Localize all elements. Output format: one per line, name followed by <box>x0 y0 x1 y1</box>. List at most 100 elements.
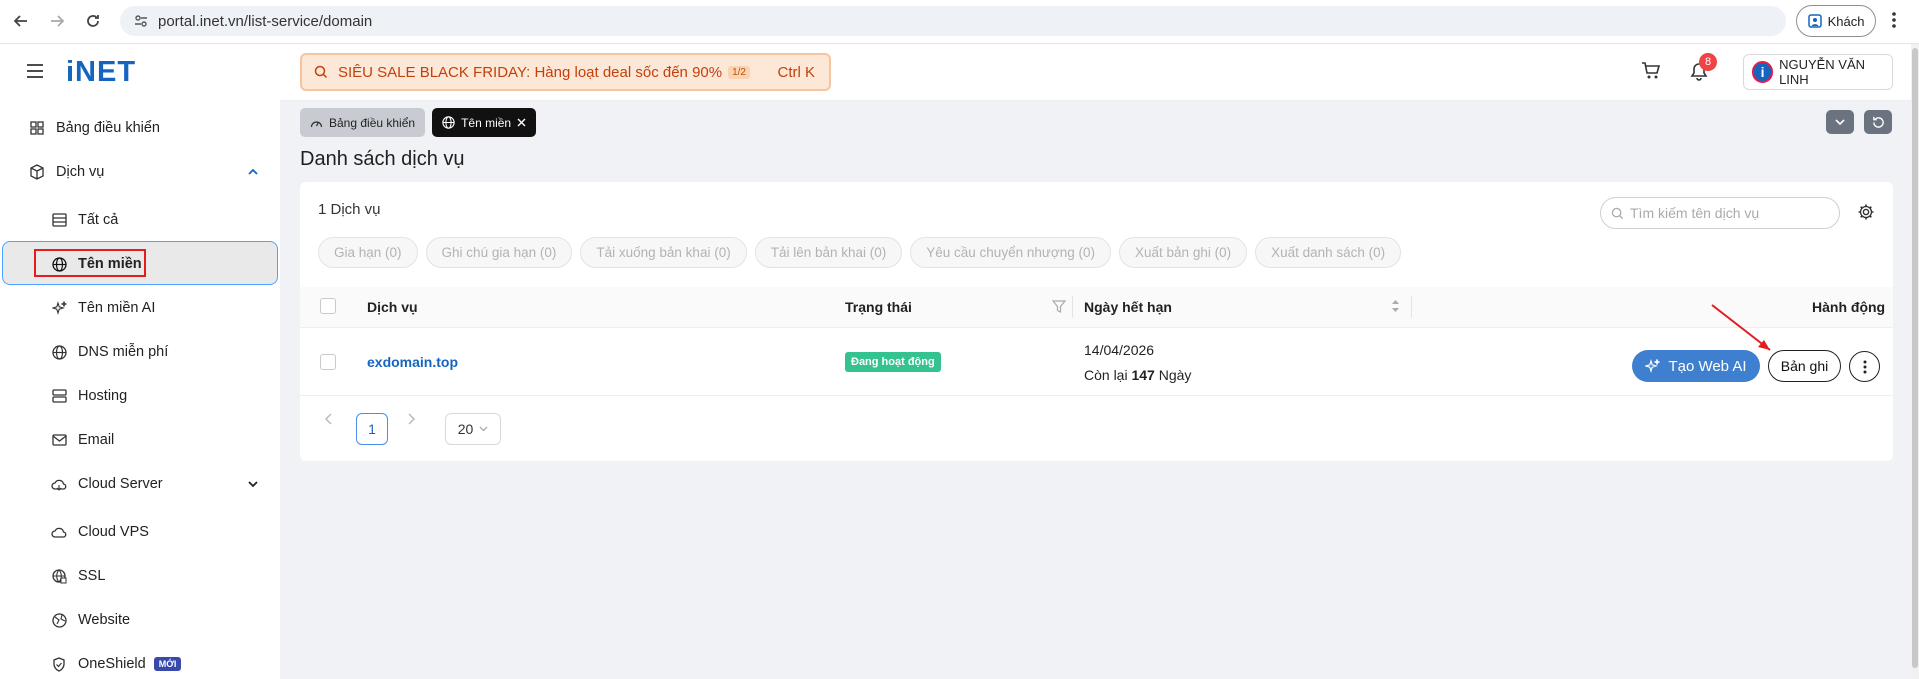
prev-page-icon[interactable] <box>324 413 333 425</box>
dashboard-grid-icon <box>28 119 46 137</box>
tab-dashboard[interactable]: Bảng điều khiển <box>300 108 426 137</box>
refresh-icon <box>1872 116 1885 129</box>
expiry-date: 14/04/2026 <box>1084 342 1155 358</box>
column-divider <box>1411 296 1412 318</box>
address-bar[interactable]: portal.inet.vn/list-service/domain <box>120 6 1786 36</box>
sidebar-item-label: Tên miền <box>78 256 142 272</box>
page-title: Danh sách dịch vụ <box>300 148 465 170</box>
renew-note-button[interactable]: Ghi chú gia hạn (0) <box>425 237 573 268</box>
page-size-select[interactable]: 20 <box>445 413 501 445</box>
close-icon[interactable] <box>517 118 526 127</box>
search-input[interactable]: Tìm kiếm tên dịch vụ <box>1600 197 1840 229</box>
sparkle-icon <box>50 299 68 317</box>
sidebar-item-free-dns[interactable]: DNS miễn phí <box>50 343 168 361</box>
user-menu-button[interactable]: i NGUYỄN VĂN LINH <box>1743 54 1893 90</box>
sidebar-item-all[interactable]: Tất cả <box>50 211 118 229</box>
select-all-checkbox[interactable] <box>320 298 336 314</box>
sidebar-item-label: DNS miễn phí <box>78 344 169 360</box>
profile-icon <box>1807 14 1822 28</box>
sidebar-item-website[interactable]: Website <box>50 611 130 629</box>
sidebar-item-domain-ai[interactable]: Tên miền AI <box>50 299 155 317</box>
sidebar-item-cloud-server[interactable]: Cloud Server <box>50 475 260 493</box>
back-arrow-icon[interactable] <box>10 10 32 32</box>
list-icon <box>50 211 68 229</box>
domain-link[interactable]: exdomain.top <box>367 354 458 370</box>
collapse-tabs-button[interactable] <box>1826 110 1854 134</box>
tab-domain[interactable]: Tên miền <box>432 108 537 137</box>
remaining-unit: Ngày <box>1158 367 1192 383</box>
server-icon <box>50 387 68 405</box>
chevron-down-icon <box>479 426 488 432</box>
remaining-days-value: 147 <box>1131 367 1155 383</box>
sidebar-item-label: Dịch vụ <box>56 164 105 180</box>
upload-declaration-button[interactable]: Tải lên bản khai (0) <box>754 237 903 268</box>
red-arrow-annotation-icon <box>1700 300 1780 360</box>
download-declaration-button[interactable]: Tải xuống bản khai (0) <box>580 237 747 268</box>
chevron-up-icon[interactable] <box>248 168 258 176</box>
globe-icon <box>442 116 455 129</box>
sidebar-item-cloud-vps[interactable]: Cloud VPS <box>50 523 149 541</box>
browser-menu-icon[interactable] <box>1891 11 1897 29</box>
forward-arrow-icon[interactable] <box>46 10 68 32</box>
status-badge: Đang hoạt động <box>845 352 941 372</box>
page-scrollbar[interactable] <box>1911 44 1919 679</box>
site-settings-icon[interactable] <box>134 14 148 28</box>
sidebar-item-oneshield[interactable]: OneShield MỚI <box>50 655 182 673</box>
sidebar-item-domain[interactable]: Tên miền <box>50 255 142 273</box>
globe-icon <box>50 255 68 273</box>
sale-page-indicator: 1/2 <box>728 65 750 79</box>
ssl-globe-icon <box>50 567 68 585</box>
tab-label: Bảng điều khiển <box>329 115 416 130</box>
reload-icon[interactable] <box>82 10 104 32</box>
gear-icon[interactable] <box>1857 203 1875 221</box>
notification-count-badge: 8 <box>1699 53 1717 71</box>
website-icon <box>50 611 68 629</box>
sale-search-banner[interactable]: SIÊU SALE BLACK FRIDAY: Hàng loạt deal s… <box>300 53 831 91</box>
sale-text: SIÊU SALE BLACK FRIDAY: Hàng loạt deal s… <box>338 63 723 81</box>
sidebar-item-label: Cloud VPS <box>78 524 149 540</box>
row-checkbox[interactable] <box>320 354 336 370</box>
cloud-icon <box>50 475 68 493</box>
sidebar-item-dashboard[interactable]: Bảng điều khiển <box>28 119 160 137</box>
column-header-service: Dịch vụ <box>367 299 418 315</box>
webai-label: Tạo Web AI <box>1668 357 1747 375</box>
url-text: portal.inet.vn/list-service/domain <box>158 12 373 30</box>
pagination: 1 <box>356 413 388 445</box>
more-actions-button[interactable] <box>1849 351 1880 382</box>
tab-label: Tên miền <box>461 115 512 130</box>
next-page-icon[interactable] <box>407 413 416 425</box>
sparkle-icon <box>1645 358 1661 374</box>
renew-button[interactable]: Gia hạn (0) <box>318 237 418 268</box>
column-header-expiry: Ngày hết hạn <box>1084 299 1172 315</box>
chevron-down-icon[interactable] <box>248 480 258 488</box>
bulk-actions: Gia hạn (0) Ghi chú gia hạn (0) Tải xuốn… <box>318 237 1402 268</box>
sidebar-item-ssl[interactable]: SSL <box>50 567 105 585</box>
chevron-down-icon <box>1835 118 1845 126</box>
kebab-icon <box>1863 360 1867 374</box>
export-list-button[interactable]: Xuất danh sách (0) <box>1255 237 1402 268</box>
scrollbar-thumb[interactable] <box>1912 48 1918 668</box>
sidebar-item-label: Website <box>78 612 131 628</box>
sidebar-item-label: Tên miền AI <box>78 300 156 316</box>
sidebar-item-services[interactable]: Dịch vụ <box>28 163 260 181</box>
speedometer-icon <box>310 117 323 129</box>
guest-label: Khách <box>1827 13 1865 29</box>
page-number[interactable]: 1 <box>356 413 388 445</box>
hamburger-menu-icon[interactable] <box>26 63 44 79</box>
breadcrumb-tabs: Bảng điều khiển Tên miền <box>300 108 537 137</box>
mail-icon <box>50 431 68 449</box>
export-records-button[interactable]: Xuất bản ghi (0) <box>1119 237 1248 268</box>
transfer-request-button[interactable]: Yêu cầu chuyển nhượng (0) <box>910 237 1112 268</box>
sidebar-item-label: Bảng điều khiển <box>56 120 160 136</box>
sidebar-item-hosting[interactable]: Hosting <box>50 387 127 405</box>
inet-logo[interactable]: iNET <box>66 56 136 89</box>
filter-icon[interactable] <box>1052 300 1066 313</box>
sort-icon[interactable] <box>1391 299 1400 313</box>
browser-toolbar: portal.inet.vn/list-service/domain Khách <box>0 0 1919 44</box>
page-size-wrap: 20 <box>445 413 501 445</box>
cart-icon[interactable] <box>1641 62 1661 80</box>
sidebar-item-email[interactable]: Email <box>50 431 114 449</box>
remaining-days: Còn lại 147 Ngày <box>1084 367 1191 383</box>
refresh-button[interactable] <box>1864 110 1892 134</box>
guest-profile-button[interactable]: Khách <box>1796 5 1876 37</box>
